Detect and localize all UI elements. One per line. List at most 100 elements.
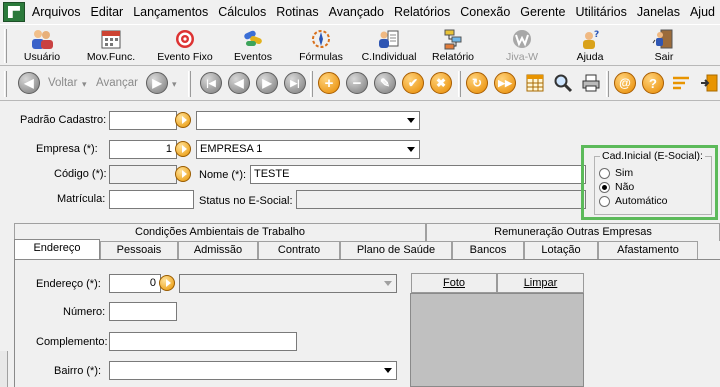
refresh-icon: ↻ bbox=[471, 76, 483, 90]
complemento-field[interactable] bbox=[109, 332, 297, 351]
help-button[interactable]: ? bbox=[642, 72, 664, 94]
endereco-code-field[interactable]: 0 bbox=[109, 274, 161, 293]
tab-contrato[interactable]: Contrato bbox=[258, 241, 340, 259]
menu-conexao[interactable]: Conexão bbox=[455, 0, 515, 24]
add-record-button[interactable]: + bbox=[318, 72, 340, 94]
padrao-cadastro-code-field[interactable] bbox=[109, 111, 177, 130]
c-individual-label: C.Individual bbox=[361, 51, 417, 63]
tab-remuneracao-outras[interactable]: Remuneração Outras Empresas bbox=[426, 223, 720, 241]
help-person-icon: ? bbox=[577, 27, 603, 51]
first-record-button[interactable]: |◀ bbox=[200, 72, 222, 94]
foto-button[interactable]: Foto bbox=[411, 273, 497, 293]
radio-nao[interactable]: Não bbox=[599, 181, 634, 193]
notes-button[interactable] bbox=[670, 72, 692, 94]
c-individual-button[interactable]: C.Individual bbox=[358, 26, 420, 66]
tab-admissao[interactable]: Admissão bbox=[178, 241, 258, 259]
toolbar-separator bbox=[458, 71, 461, 97]
print-button[interactable] bbox=[580, 72, 602, 94]
tab-bancos[interactable]: Bancos bbox=[452, 241, 524, 259]
forward-label: Avançar bbox=[96, 77, 138, 89]
confirm-button[interactable]: ✔ bbox=[402, 72, 424, 94]
padrao-cadastro-select[interactable] bbox=[196, 111, 420, 130]
cancel-button[interactable]: ✖ bbox=[430, 72, 452, 94]
chevron-down-icon[interactable] bbox=[403, 142, 418, 157]
menu-lancamentos[interactable]: Lançamentos bbox=[128, 0, 213, 24]
last-record-button[interactable]: ▶| bbox=[284, 72, 306, 94]
refresh-button[interactable]: ↻ bbox=[466, 72, 488, 94]
target-icon bbox=[172, 27, 198, 51]
chevron-down-icon[interactable] bbox=[380, 276, 395, 291]
jiva-w-button[interactable]: Jiva-W bbox=[500, 26, 544, 66]
menu-calculos[interactable]: Cálculos bbox=[213, 0, 271, 24]
tab-lotacao[interactable]: Lotação bbox=[524, 241, 598, 259]
endereco-select[interactable] bbox=[179, 274, 397, 293]
menu-relatorios[interactable]: Relatórios bbox=[389, 0, 455, 24]
codigo-lookup-icon[interactable] bbox=[175, 166, 191, 182]
endereco-lookup-icon[interactable] bbox=[159, 275, 175, 291]
endereco-label: Endereço (*): bbox=[36, 278, 101, 290]
email-button[interactable]: @ bbox=[614, 72, 636, 94]
usuario-button[interactable]: Usuário bbox=[18, 26, 66, 66]
menu-avancado[interactable]: Avançado bbox=[324, 0, 389, 24]
codigo-field[interactable] bbox=[109, 165, 177, 184]
toolbar-grip[interactable] bbox=[4, 71, 7, 97]
grid-view-button[interactable] bbox=[524, 72, 546, 94]
formulas-button[interactable]: Fórmulas bbox=[294, 26, 348, 66]
matricula-field[interactable] bbox=[109, 190, 194, 209]
tab-plano-saude[interactable]: Plano de Saúde bbox=[340, 241, 452, 259]
menu-rotinas[interactable]: Rotinas bbox=[271, 0, 323, 24]
radio-sim[interactable]: Sim bbox=[599, 167, 633, 179]
tab-endereco[interactable]: Endereço bbox=[14, 239, 100, 259]
fast-forward-icon: ▶▶ bbox=[498, 77, 512, 88]
menu-gerente[interactable]: Gerente bbox=[515, 0, 570, 24]
edit-record-button[interactable]: ✎ bbox=[374, 72, 396, 94]
toolbar-separator bbox=[606, 71, 609, 97]
empresa-select[interactable]: EMPRESA 1 bbox=[196, 140, 420, 159]
padrao-lookup-icon[interactable] bbox=[175, 112, 191, 128]
notes-icon bbox=[673, 76, 689, 90]
tab-pessoais[interactable]: Pessoais bbox=[100, 241, 178, 259]
menu-janelas[interactable]: Janelas bbox=[632, 0, 685, 24]
numero-field[interactable] bbox=[109, 302, 177, 321]
chevron-down-icon[interactable] bbox=[380, 363, 395, 378]
remove-record-button[interactable]: − bbox=[346, 72, 368, 94]
nome-field[interactable]: TESTE bbox=[250, 165, 586, 184]
toolbar-grip[interactable] bbox=[4, 29, 7, 63]
menu-arquivos[interactable]: Arquivos bbox=[27, 0, 86, 24]
relatorio-button[interactable]: Relatório bbox=[430, 26, 476, 66]
exit-icon bbox=[701, 74, 718, 92]
back-dropdown-icon[interactable]: ▾ bbox=[82, 79, 87, 90]
forward-button[interactable]: ▶ bbox=[146, 72, 168, 94]
codigo-label: Código (*): bbox=[54, 168, 107, 180]
radio-automatico[interactable]: Automático bbox=[599, 195, 668, 207]
ajuda-button[interactable]: ? Ajuda bbox=[568, 26, 612, 66]
tab-afastamento[interactable]: Afastamento bbox=[598, 241, 698, 259]
next-record-button[interactable]: ▶ bbox=[256, 72, 278, 94]
usuario-label: Usuário bbox=[23, 51, 61, 63]
menu-ajuda[interactable]: Ajud bbox=[685, 0, 720, 24]
app-logo-icon[interactable] bbox=[3, 2, 25, 22]
limpar-button[interactable]: Limpar bbox=[497, 273, 584, 293]
minus-icon: − bbox=[352, 74, 362, 92]
prev-record-button[interactable]: ◀ bbox=[228, 72, 250, 94]
back-button[interactable]: ◀ bbox=[18, 72, 40, 94]
empresa-lookup-icon[interactable] bbox=[175, 141, 191, 157]
chevron-down-icon[interactable] bbox=[403, 113, 418, 128]
evento-fixo-button[interactable]: Evento Fixo bbox=[154, 26, 216, 66]
exit-button[interactable] bbox=[698, 72, 720, 94]
sair-button[interactable]: Sair bbox=[646, 26, 682, 66]
forward-dropdown-icon[interactable]: ▾ bbox=[172, 79, 177, 90]
search-button[interactable] bbox=[552, 72, 574, 94]
jump-button[interactable]: ▶▶ bbox=[494, 72, 516, 94]
padrao-cadastro-label: Padrão Cadastro: bbox=[20, 114, 107, 126]
eventos-button[interactable]: Eventos bbox=[228, 26, 278, 66]
bairro-select[interactable] bbox=[109, 361, 397, 380]
menu-editar[interactable]: Editar bbox=[86, 0, 129, 24]
mov-func-button[interactable]: Mov.Func. bbox=[82, 26, 140, 66]
menu-utilitarios[interactable]: Utilitários bbox=[570, 0, 631, 24]
at-sign-icon: @ bbox=[619, 76, 631, 90]
empresa-code-field[interactable]: 1 bbox=[109, 140, 177, 159]
left-scroll-strip[interactable] bbox=[0, 351, 8, 387]
pills-icon bbox=[240, 27, 266, 51]
photo-frame bbox=[410, 293, 584, 387]
